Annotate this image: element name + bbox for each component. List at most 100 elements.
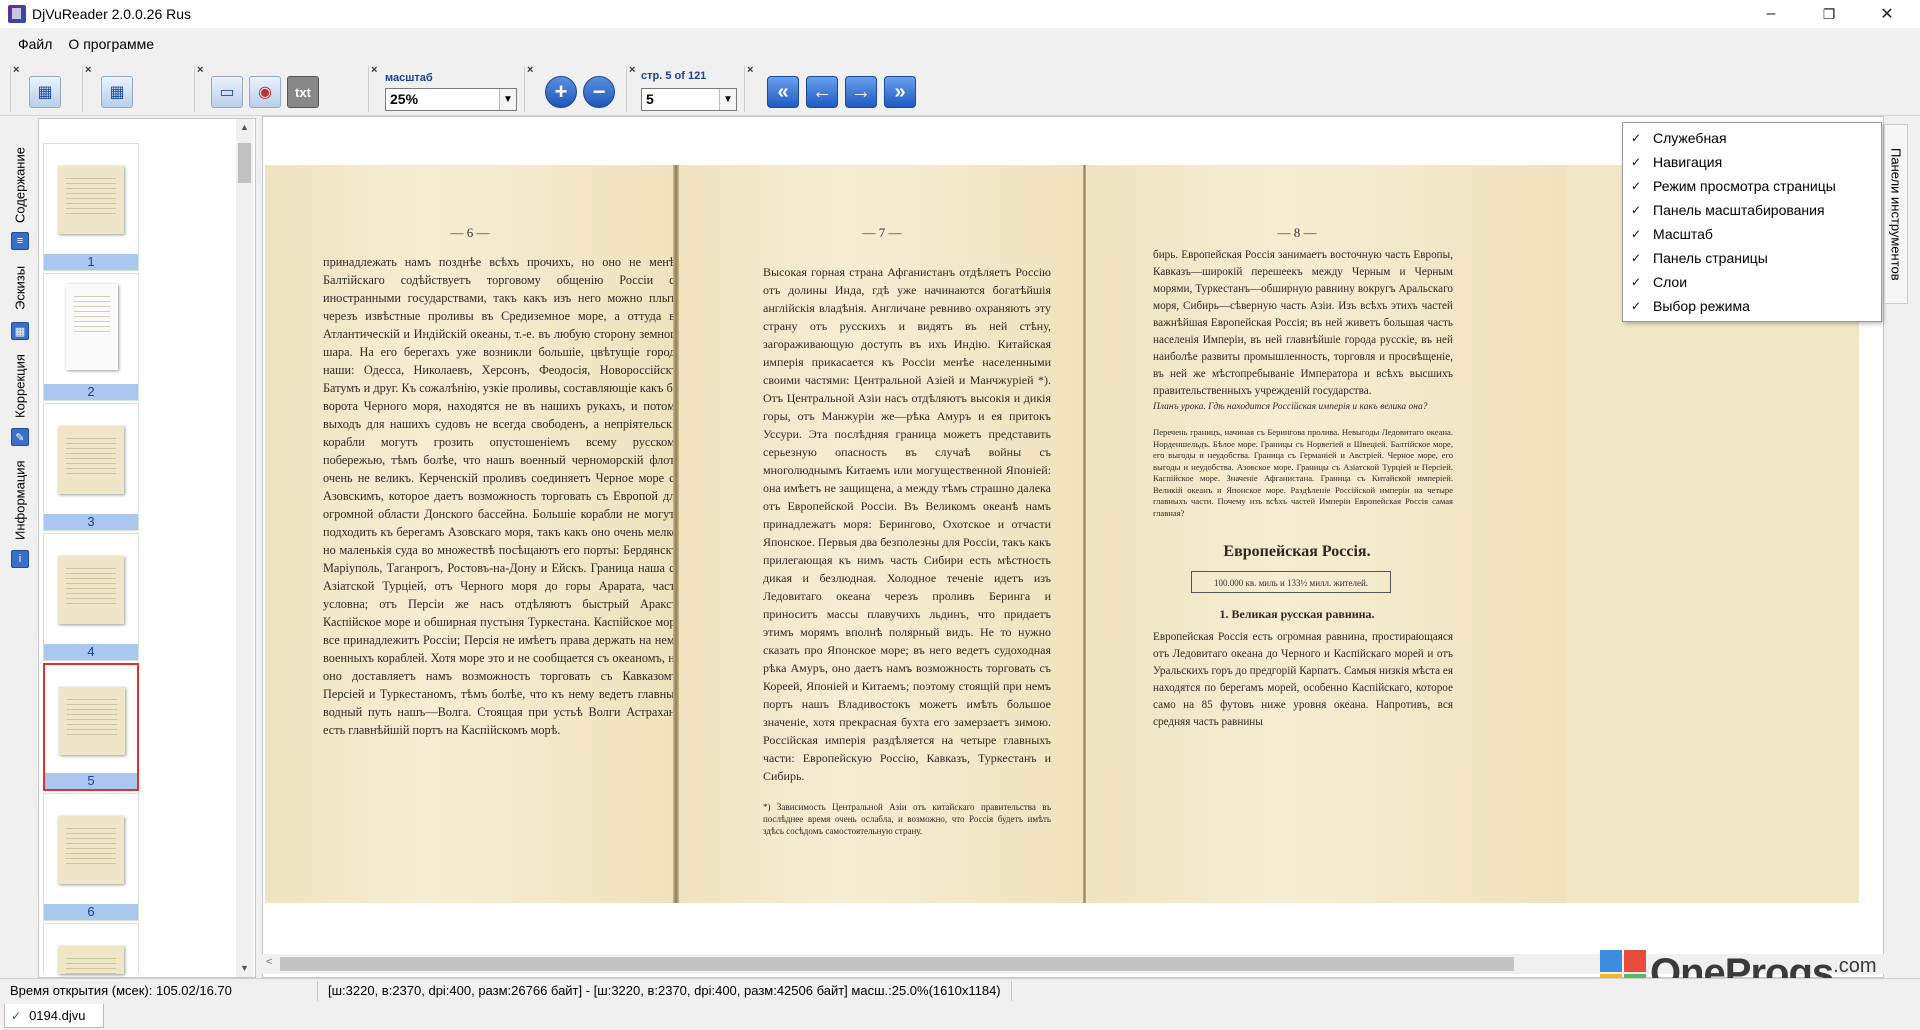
image-mode-button[interactable]: ◉ xyxy=(249,76,281,108)
toolbar-group-service: × ▦ xyxy=(10,64,72,112)
next-page-button[interactable]: → xyxy=(845,76,877,108)
thumbnail-page-3[interactable]: 3 xyxy=(43,403,139,531)
menu-item-view-mode[interactable]: ✓ Режим просмотра страницы xyxy=(1623,174,1881,198)
thumbnail-image xyxy=(66,284,118,370)
menu-item-mode-select[interactable]: ✓ Выбор режима xyxy=(1623,294,1881,318)
page-number: — 6 — xyxy=(450,225,490,240)
tab-thumbnails[interactable]: Эскизы xyxy=(8,256,32,320)
menu-item-label: Панель масштабирования xyxy=(1653,202,1825,218)
check-icon: ✓ xyxy=(1631,251,1642,265)
menu-item-page-panel[interactable]: ✓ Панель страницы xyxy=(1623,246,1881,270)
close-group-icon[interactable]: × xyxy=(197,64,203,76)
scale-value: 25% xyxy=(390,91,419,107)
thumbnail-page-7[interactable] xyxy=(43,923,139,998)
thumbnail-image xyxy=(58,816,124,884)
contents-icon: ≡ xyxy=(11,232,29,250)
wrench-icon: ✎ xyxy=(11,428,29,446)
maximize-button[interactable]: ❐ xyxy=(1800,0,1858,28)
thumbnail-page-4[interactable]: 4 xyxy=(43,533,139,661)
menu-item-zoom-panel[interactable]: ✓ Панель масштабирования xyxy=(1623,198,1881,222)
file-tab[interactable]: ✓ 0194.djvu xyxy=(4,1004,104,1028)
select-area-button[interactable]: ▭ xyxy=(211,76,243,108)
menu-item-label: Служебная xyxy=(1653,130,1727,146)
thumbnail-page-6[interactable]: 6 xyxy=(43,793,139,921)
check-icon: ✓ xyxy=(1631,155,1642,169)
file-tab-name: 0194.djvu xyxy=(29,1008,86,1023)
toolbars-side-tab[interactable]: Панели инструментов xyxy=(1884,124,1908,304)
tab-info[interactable]: Информация xyxy=(8,452,32,548)
menu-item-label: Панель страницы xyxy=(1653,250,1768,266)
window-title: DjVuReader 2.0.0.26 Rus xyxy=(32,6,192,22)
toolbar-group-navigation-arrows: × « ← → » xyxy=(744,64,924,112)
zoom-out-button[interactable]: − xyxy=(583,76,615,108)
tab-correction[interactable]: Коррекция xyxy=(8,346,32,426)
status-open-time: Время открытия (мсек): 105.02/16.70 xyxy=(0,980,318,1001)
thumbnail-image xyxy=(59,687,125,755)
thumbnail-image xyxy=(58,426,124,494)
menu-item-layers[interactable]: ✓ Слои xyxy=(1623,270,1881,294)
page-gutter xyxy=(1083,165,1086,903)
text-mode-button[interactable]: txt xyxy=(287,76,319,108)
first-page-button[interactable]: « xyxy=(767,76,799,108)
scroll-thumb[interactable] xyxy=(280,957,1514,971)
menu-item-label: Выбор режима xyxy=(1653,298,1750,314)
menu-item-navigation[interactable]: ✓ Навигация xyxy=(1623,150,1881,174)
minimize-button[interactable]: – xyxy=(1742,0,1800,28)
tab-contents[interactable]: Содержание xyxy=(8,140,32,230)
boxed-caption: 100.000 кв. миль и 133½ милл. жителей. xyxy=(1191,571,1391,593)
last-page-button[interactable]: » xyxy=(884,76,916,108)
menu-item-label: Слои xyxy=(1653,274,1688,290)
close-group-icon[interactable]: × xyxy=(371,64,377,76)
page-select[interactable]: 5 ▼ xyxy=(641,88,737,111)
close-group-icon[interactable]: × xyxy=(13,64,19,76)
thumbnail-number: 4 xyxy=(44,644,138,660)
thumbnail-page-2[interactable]: 2 xyxy=(43,273,139,401)
page-number: — 8 — xyxy=(1277,225,1317,240)
page-7: — 7 — Высокая горная страна Афганистанъ … xyxy=(679,165,1085,903)
layout-dropdown-button[interactable]: ▦ xyxy=(101,76,133,108)
thumbnail-page-5[interactable]: 5 xyxy=(43,663,139,791)
thumbnail-image xyxy=(58,556,124,624)
thumbnail-page-1[interactable]: 1 xyxy=(43,143,139,271)
side-tabs: Содержание ≡ Эскизы ▦ Коррекция ✎ Информ… xyxy=(8,130,32,580)
scale-select[interactable]: 25% ▼ xyxy=(385,88,517,111)
toolbar-group-view-mode: × ▭ ◉ txt xyxy=(194,64,326,112)
zoom-in-button[interactable]: + xyxy=(545,76,577,108)
menu-file[interactable]: Файл xyxy=(10,32,60,56)
close-group-icon[interactable]: × xyxy=(527,64,533,76)
status-page-info: [ш:3220, в:2370, dpi:400, разм:26766 бай… xyxy=(318,980,1012,1001)
menu-item-scale[interactable]: ✓ Масштаб xyxy=(1623,222,1881,246)
check-icon: ✓ xyxy=(1631,299,1642,313)
subsection-heading: 1. Великая русская равнина. xyxy=(1219,607,1375,621)
chevron-down-icon[interactable]: ▼ xyxy=(499,89,516,110)
lesson-title: Планъ урока. Гдѣ находится Россійская им… xyxy=(1153,402,1428,412)
thumbnail-scrollbar[interactable]: ▲ ▼ xyxy=(236,119,253,977)
scroll-up-icon[interactable]: ▲ xyxy=(236,119,253,136)
page-value: 5 xyxy=(646,91,654,107)
menu-item-label: Навигация xyxy=(1653,154,1723,170)
page-8: — 8 — бирь. Европейская Россія занимаетъ… xyxy=(1087,165,1567,903)
close-button[interactable]: ✕ xyxy=(1858,0,1916,28)
thumbnail-number: 2 xyxy=(44,384,138,400)
menu-bar: Файл О программе xyxy=(0,30,1920,58)
scroll-left-icon[interactable]: < xyxy=(266,956,272,968)
toolbar: × ▦ × ▦ × ▭ ◉ txt × масштаб 25% ▼ × + − … xyxy=(0,60,1920,116)
check-icon: ✓ xyxy=(1631,275,1642,289)
menu-item-service[interactable]: ✓ Служебная xyxy=(1623,126,1881,150)
close-group-icon[interactable]: × xyxy=(85,64,91,76)
menu-item-label: Масштаб xyxy=(1653,226,1713,242)
toolbars-popup-menu: ✓ Служебная ✓ Навигация ✓ Режим просмотра с… xyxy=(1622,122,1882,322)
scroll-down-icon[interactable]: ▼ xyxy=(236,960,253,977)
thumbnail-number: 1 xyxy=(44,254,138,270)
thumbnail-panel: 1 2 3 4 5 6 ▲ ▼ xyxy=(38,118,256,998)
close-group-icon[interactable]: × xyxy=(629,64,635,76)
chevron-down-icon[interactable]: ▼ xyxy=(719,89,736,110)
menu-about[interactable]: О программе xyxy=(60,32,162,56)
status-bar: Время открытия (мсек): 105.02/16.70 [ш:3… xyxy=(0,978,1920,1002)
prev-page-button[interactable]: ← xyxy=(806,76,838,108)
section-heading: Европейская Россія. xyxy=(1223,543,1371,560)
scroll-thumb[interactable] xyxy=(238,143,251,183)
page-6: — 6 — принадлежать намъ позднѣе всѣхъ пр… xyxy=(265,165,681,903)
tools-dropdown-button[interactable]: ▦ xyxy=(29,76,61,108)
close-group-icon[interactable]: × xyxy=(747,64,753,76)
